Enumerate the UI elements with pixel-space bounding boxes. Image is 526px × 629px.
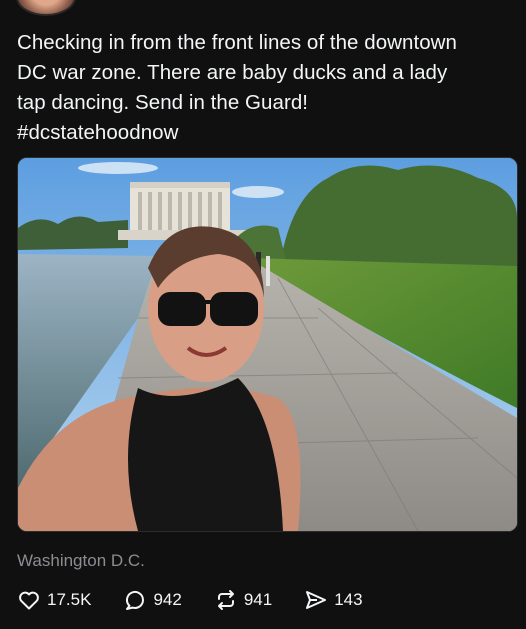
hashtag-link[interactable]: #dcstatehoodnow: [17, 118, 517, 148]
post-actions-bar: 17.5K 942 941 143: [17, 588, 363, 612]
share-send-icon: [306, 591, 327, 609]
post-text-line-1: Checking in from the front lines of the …: [17, 31, 457, 54]
comment-bubble-icon: [126, 591, 145, 610]
like-button[interactable]: 17.5K: [17, 588, 91, 612]
repost-icon: [217, 590, 234, 610]
repost-button[interactable]: 941: [214, 588, 272, 612]
like-count: 17.5K: [47, 590, 92, 609]
post-photo[interactable]: [17, 157, 518, 532]
author-avatar[interactable]: [16, 0, 76, 16]
share-button[interactable]: 143: [304, 588, 363, 612]
repost-count: 941: [243, 590, 273, 609]
post-text-line-2: DC war zone. There are baby ducks and a …: [17, 61, 448, 84]
post-text-line-3: tap dancing. Send in the Guard!: [17, 91, 309, 114]
post-body: Checking in from the front lines of the …: [17, 28, 517, 148]
comment-button[interactable]: 942: [123, 588, 182, 612]
heart-icon: [19, 591, 39, 610]
location-tag[interactable]: Washington D.C.: [17, 551, 145, 571]
share-count: 143: [334, 590, 363, 609]
comment-count: 942: [153, 590, 182, 609]
